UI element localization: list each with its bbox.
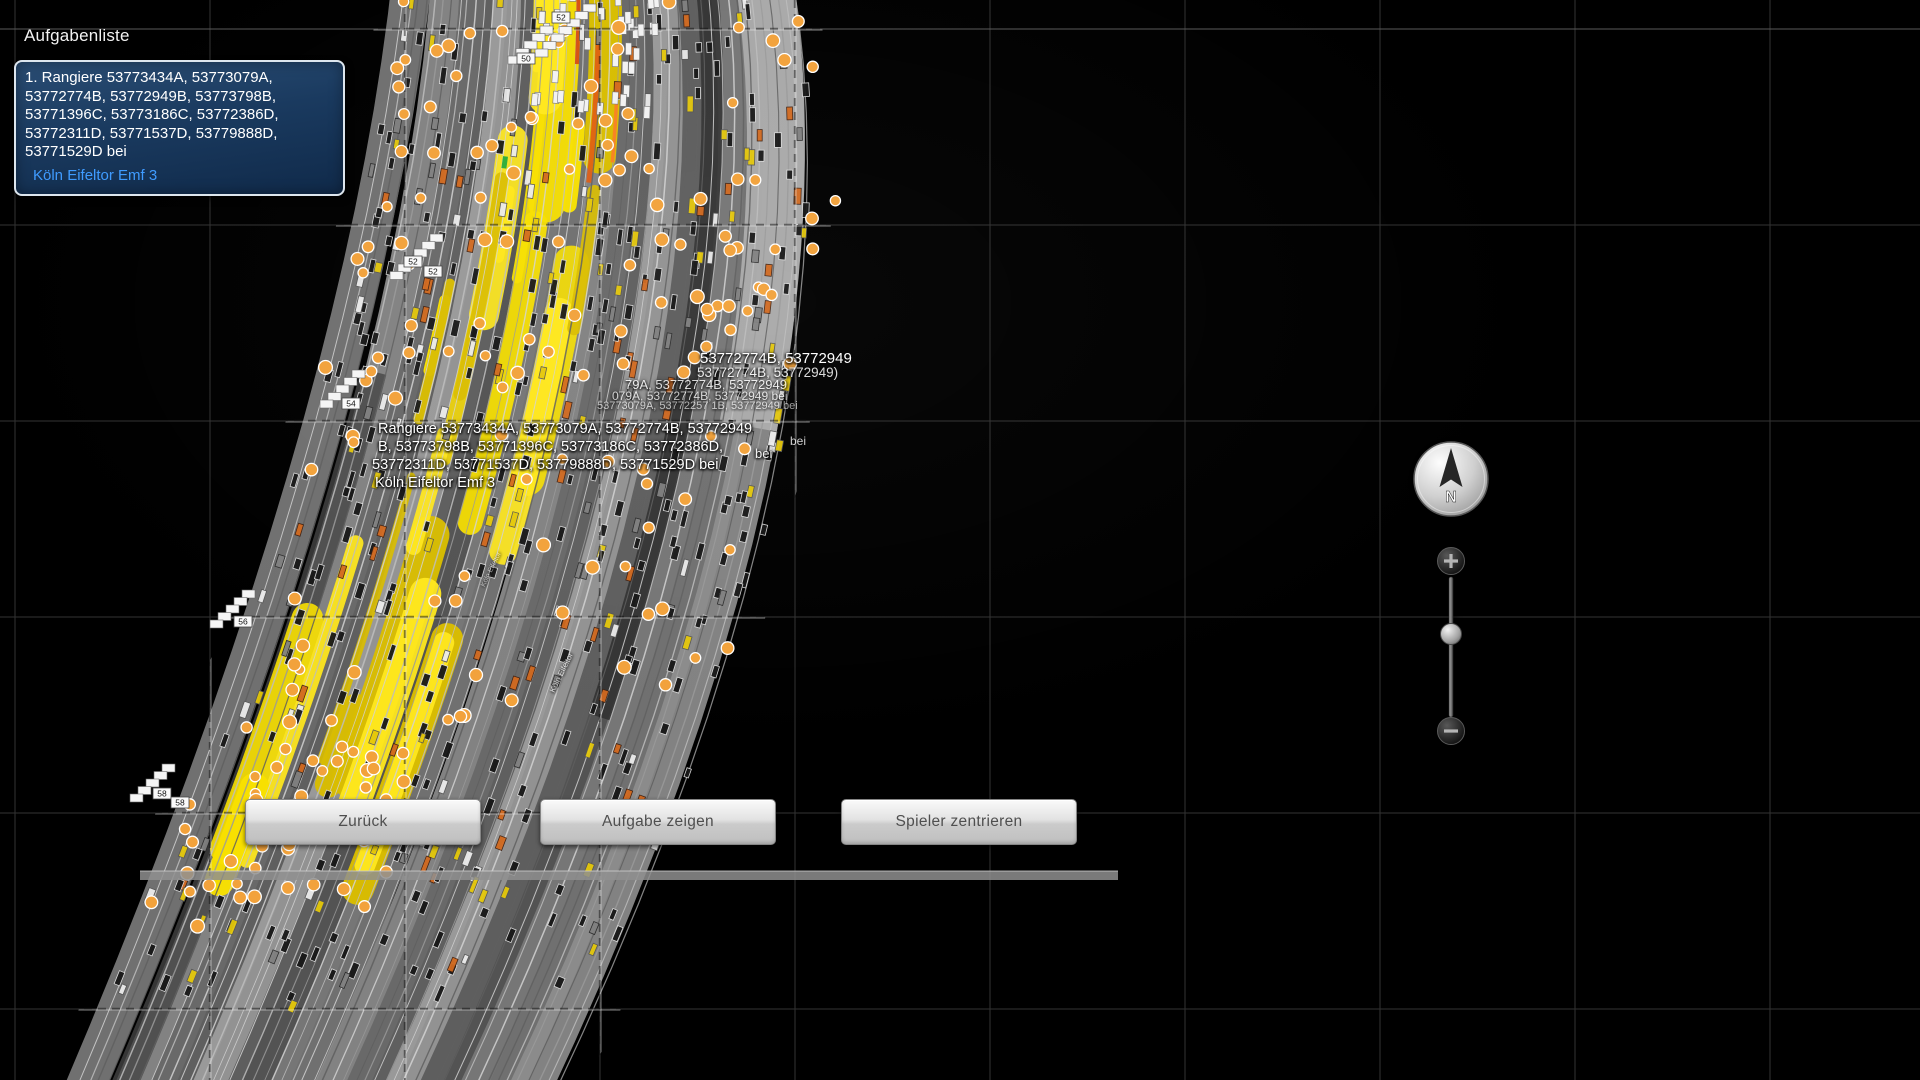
svg-text:54: 54 (346, 399, 356, 409)
task-text: 1. Rangiere 53773434A, 53773079A, 537727… (25, 69, 334, 162)
nav-controls: N (1406, 438, 1496, 758)
svg-text:50: 50 (521, 54, 531, 64)
show-task-button[interactable]: Aufgabe zeigen (540, 799, 776, 845)
svg-text:58: 58 (175, 798, 185, 808)
map-bottom-road (140, 871, 1118, 880)
center-player-button[interactable]: Spieler zentrieren (841, 799, 1077, 845)
compass-north-label: N (1445, 489, 1457, 506)
zoom-out-button[interactable] (1438, 718, 1465, 745)
game-viewport: 5250525254565858 53772774B, 537729495377… (0, 0, 1920, 1080)
svg-text:52: 52 (556, 13, 566, 23)
svg-text:56: 56 (238, 617, 248, 627)
zoom-slider-track[interactable] (1449, 577, 1453, 717)
task-location-link[interactable]: Köln Eifeltor Emf 3 (33, 167, 334, 185)
svg-text:58: 58 (157, 789, 167, 799)
compass[interactable]: N (1414, 442, 1488, 516)
zoom-slider-handle[interactable] (1441, 624, 1462, 645)
zoom-in-button[interactable] (1438, 548, 1465, 575)
svg-text:52: 52 (408, 257, 418, 267)
svg-text:52: 52 (428, 267, 438, 277)
task-panel[interactable]: 1. Rangiere 53773434A, 53773079A, 537727… (14, 60, 345, 196)
task-list-title: Aufgabenliste (24, 26, 130, 46)
back-button[interactable]: Zurück (245, 799, 481, 845)
